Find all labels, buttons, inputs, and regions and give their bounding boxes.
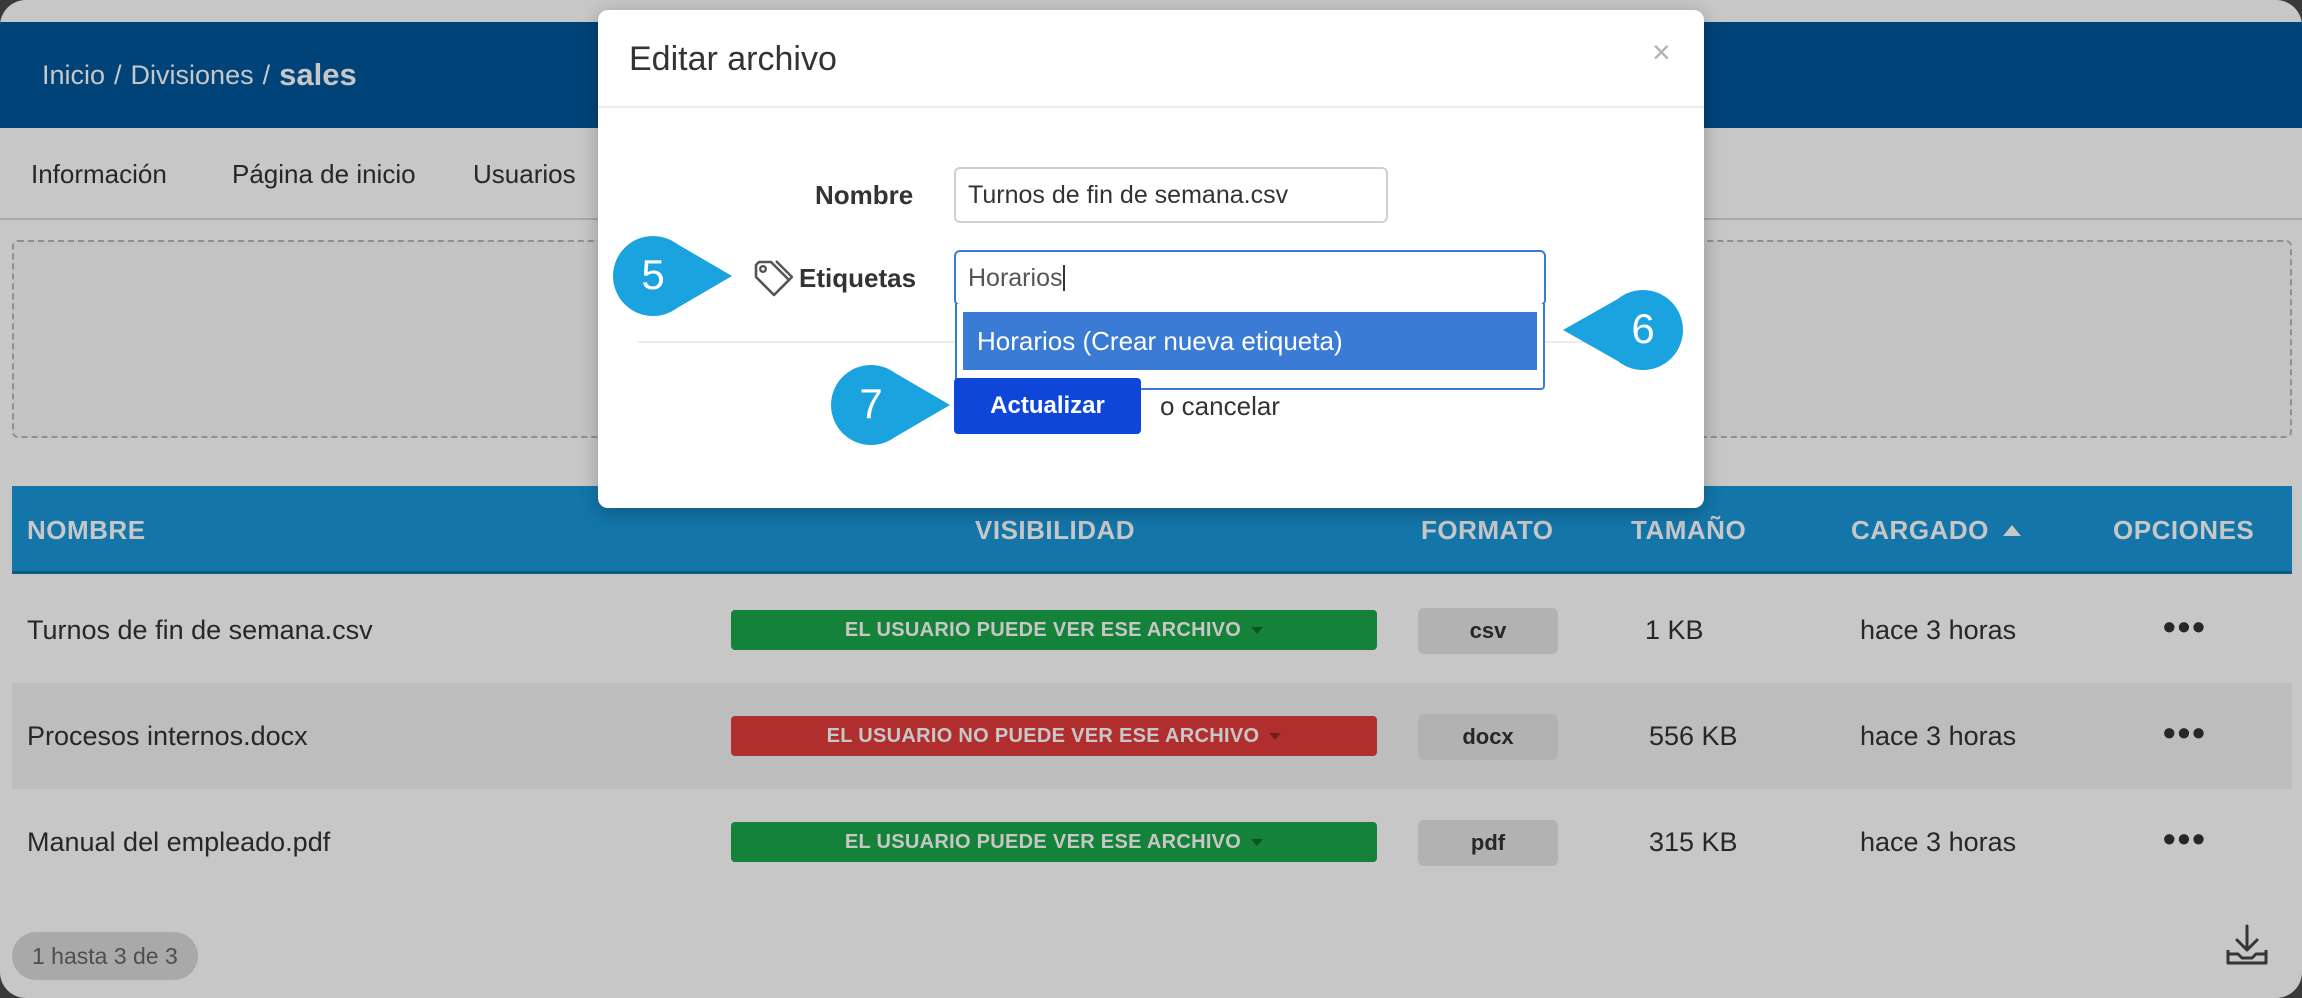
callout-step-6: 6 (1563, 290, 1683, 370)
text-cursor (1063, 265, 1066, 291)
tags-input-value: Horarios (968, 263, 1063, 292)
callout-number: 5 (641, 251, 665, 298)
callout-number: 6 (1631, 305, 1655, 352)
tag-icon (754, 260, 794, 297)
name-input[interactable]: Turnos de fin de semana.csv (954, 167, 1388, 223)
callout-step-5: 5 (612, 235, 734, 317)
create-tag-option[interactable]: Horarios (Crear nueva etiqueta) (963, 312, 1537, 370)
tags-label: Etiquetas (799, 262, 917, 293)
callout-number: 7 (859, 380, 883, 427)
app-frame: Inicio / Divisiones / sales Información … (0, 0, 2302, 998)
name-input-value: Turnos de fin de semana.csv (968, 180, 1289, 209)
callout-step-7: 7 (830, 364, 952, 446)
close-icon[interactable]: × (1652, 36, 1671, 68)
tags-input[interactable]: Horarios (954, 250, 1546, 306)
update-button[interactable]: Actualizar (954, 378, 1141, 434)
modal-header: Editar archivo × (598, 10, 1704, 108)
modal-title: Editar archivo (629, 39, 837, 78)
cancel-link[interactable]: o cancelar (1160, 378, 1280, 434)
name-label: Nombre (815, 179, 914, 210)
